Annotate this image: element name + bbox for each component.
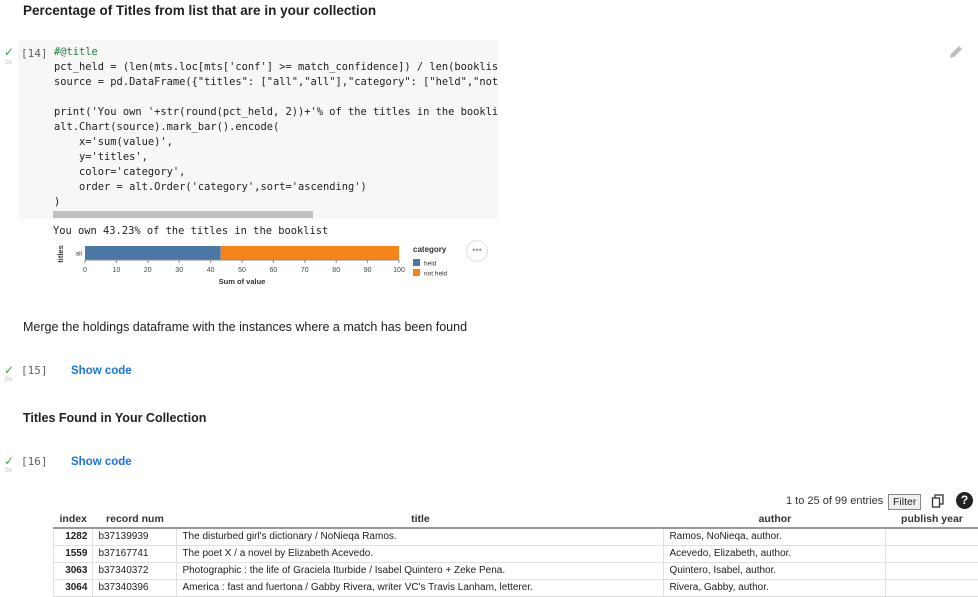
- x-tick-label: 90: [364, 267, 372, 274]
- cell-record-num: b37340372: [92, 562, 177, 580]
- pagination-status: 1 to 25 of 99 entries: [786, 495, 884, 507]
- code-line: source = pd.DataFrame({"titles": ["all",…: [54, 76, 498, 88]
- horizontal-scrollbar[interactable]: [53, 211, 313, 218]
- data-table: index record num title author publish ye…: [52, 511, 978, 597]
- code-editor[interactable]: [14] #@title pct_held = (len(mts.loc[mts…: [18, 40, 498, 219]
- markdown-text-merge: Merge the holdings dataframe with the in…: [23, 320, 468, 334]
- cell-publish-year: [885, 528, 978, 546]
- column-header-title[interactable]: title: [176, 511, 664, 529]
- cell-author: Acevedo, Elizabeth, author.: [663, 545, 886, 563]
- x-tick-label: 0: [83, 267, 87, 274]
- cell-author: Ramos, NoNieqa, author.: [663, 528, 886, 546]
- code-line: color='category',: [54, 166, 186, 178]
- cell-author: Quintero, Isabel, author.: [663, 562, 886, 580]
- help-icon[interactable]: ?: [956, 492, 973, 509]
- x-tick-label: 60: [270, 267, 278, 274]
- run-duration: 0s: [5, 376, 12, 383]
- column-header-author[interactable]: author: [663, 511, 886, 529]
- x-axis-title: Sum of value: [219, 277, 266, 286]
- x-tick-label: 20: [144, 267, 152, 274]
- section-heading-titles-found: Titles Found in Your Collection: [23, 411, 207, 425]
- column-header-index[interactable]: index: [53, 511, 93, 529]
- cell-author: Rivera, Gabby, author.: [663, 579, 886, 597]
- x-tick-label: 80: [332, 267, 340, 274]
- column-header-record-num[interactable]: record num: [92, 511, 177, 529]
- x-tick-label: 70: [301, 267, 309, 274]
- cell-index: 1559: [52, 545, 93, 563]
- cell-title: Photographic : the life of Graciela Itur…: [176, 562, 664, 580]
- cell-prompt: [14]: [21, 47, 48, 60]
- cell-index: 3063: [52, 562, 93, 580]
- y-axis-title: titles: [56, 245, 65, 263]
- cell-record-num: b37139939: [92, 528, 177, 546]
- bar-held: [85, 246, 221, 260]
- bar-not-held: [220, 246, 399, 260]
- run-success-check-icon[interactable]: ✓: [4, 454, 14, 468]
- code-line: alt.Chart(source).mark_bar().encode(: [54, 121, 280, 133]
- chart-actions-menu-icon[interactable]: •••: [466, 240, 488, 262]
- table-row[interactable]: 1282 b37139939 The disturbed girl's dict…: [52, 528, 978, 546]
- run-duration: 0s: [5, 59, 12, 66]
- x-tick-label: 50: [238, 267, 246, 274]
- x-tick-label: 10: [113, 267, 121, 274]
- cell-publish-year: [885, 562, 978, 580]
- edit-pencil-icon[interactable]: [948, 44, 964, 65]
- cell-publish-year: [885, 545, 978, 563]
- legend-title: category: [413, 245, 447, 254]
- table-row[interactable]: 3063 b37340372 Photographic : the life o…: [52, 562, 978, 580]
- legend-swatch: [413, 269, 420, 276]
- x-tick-label: 30: [175, 267, 183, 274]
- code-line: #@title: [54, 46, 98, 58]
- cell-index: 1282: [52, 528, 93, 546]
- cell-output-text: You own 43.23% of the titles in the book…: [53, 225, 329, 237]
- section-heading-percentage: Percentage of Titles from list that are …: [23, 3, 377, 18]
- cell-title: The poet X / a novel by Elizabeth Aceved…: [176, 545, 664, 563]
- y-tick-label: all: [75, 251, 82, 258]
- code-line: order = alt.Order('category',sort='ascen…: [54, 181, 367, 193]
- cell-record-num: b37340396: [92, 579, 177, 597]
- stacked-bar-chart: titles all 0 10 20 30 40 50 60 70 80 90 100 Sum of va…: [56, 245, 448, 286]
- column-header-publish-year[interactable]: publish year: [885, 511, 978, 529]
- code-line: pct_held = (len(mts.loc[mts['conf'] >= m…: [54, 61, 498, 73]
- legend-label: held: [424, 261, 437, 268]
- cell-record-num: b37167741: [92, 545, 177, 563]
- legend-label: not held: [424, 271, 448, 278]
- x-tick-label: 100: [393, 267, 405, 274]
- code-line: print('You own '+str(round(pct_held, 2))…: [54, 106, 498, 118]
- table-row[interactable]: 1559 b37167741 The poet X / a novel by E…: [52, 545, 978, 563]
- cell-index: 3064: [52, 579, 93, 597]
- cell-prompt: [15]: [21, 364, 48, 377]
- legend-swatch: [413, 259, 420, 266]
- cell-title: The disturbed girl's dictionary / NoNieq…: [176, 528, 664, 546]
- cell-publish-year: [885, 579, 978, 597]
- cell-prompt: [16]: [21, 455, 48, 468]
- table-row[interactable]: 3064 b37340396 America : fast and fuerto…: [52, 579, 978, 597]
- cell-title: America : fast and fuertona / Gabby Rive…: [176, 579, 664, 597]
- show-code-link[interactable]: Show code: [71, 365, 132, 377]
- filter-button[interactable]: Filter: [888, 494, 922, 510]
- run-success-check-icon[interactable]: ✓: [4, 45, 14, 59]
- x-tick-label: 40: [207, 267, 215, 274]
- code-line: ): [54, 196, 61, 208]
- code-line: y='titles',: [54, 151, 148, 163]
- run-success-check-icon[interactable]: ✓: [4, 363, 14, 377]
- code-line: x='sum(value)',: [54, 136, 173, 148]
- run-duration: 0s: [5, 467, 12, 474]
- table-header-row: index record num title author publish ye…: [53, 511, 978, 529]
- show-code-link[interactable]: Show code: [71, 456, 132, 468]
